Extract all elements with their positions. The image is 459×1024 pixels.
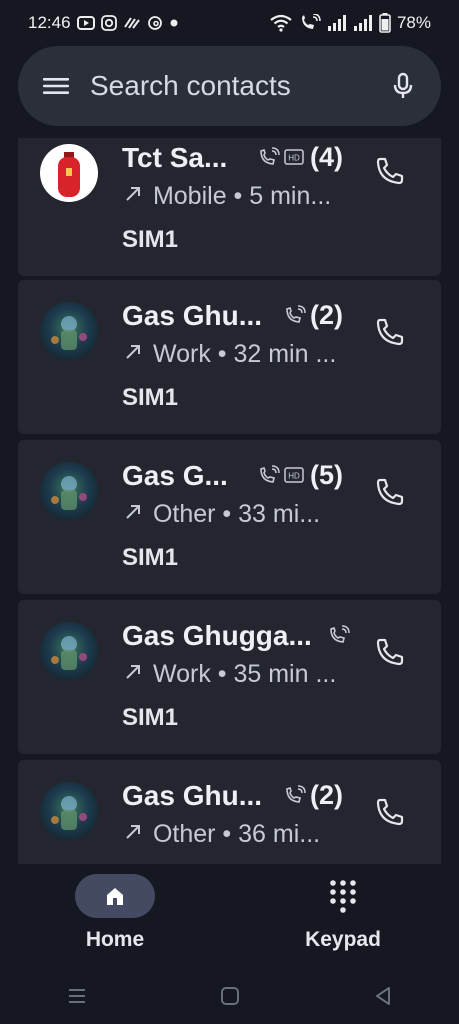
outgoing-call-arrow-icon xyxy=(122,500,146,531)
threads-notification-icon xyxy=(147,15,163,31)
call-button[interactable] xyxy=(374,796,406,828)
nav-home-pill[interactable] xyxy=(75,874,155,918)
contact-avatar xyxy=(40,462,98,520)
gas-cylinder-icon xyxy=(58,152,80,197)
sim-label: SIM1 xyxy=(122,384,179,411)
phone-icon xyxy=(376,157,404,185)
phone-icon xyxy=(376,638,404,666)
call-type-time: Work • 32 min ... xyxy=(152,340,337,369)
call-detail: Mobile • 5 min... xyxy=(122,182,331,213)
call-type-time: Other • 33 mi... xyxy=(152,500,321,529)
nav-keypad-icon-wrap xyxy=(293,874,393,918)
bottom-navigation: Home Keypad xyxy=(0,864,459,972)
call-list-item[interactable]: Gas Ghugga... Work • 35 min ... SIM1 xyxy=(18,600,441,754)
home-square-icon xyxy=(220,986,239,1005)
wifi-calling-icon xyxy=(258,147,280,174)
outgoing-call-arrow-icon xyxy=(122,340,146,371)
dialpad-icon xyxy=(330,880,356,913)
deity-image-icon xyxy=(51,636,87,670)
sim-label: SIM1 xyxy=(122,704,179,731)
call-type-time: Other • 36 mi... xyxy=(152,820,321,849)
youtube-notification-icon xyxy=(76,15,95,31)
nav-keypad[interactable]: Keypad xyxy=(293,874,393,952)
contact-name: Gas Ghu... xyxy=(122,300,263,331)
signal-sim2-icon xyxy=(353,15,373,31)
call-detail: Other • 33 mi... xyxy=(122,500,320,531)
contact-avatar xyxy=(40,144,98,202)
status-bar: 12:46 78% xyxy=(0,0,459,46)
sim-label: SIM1 xyxy=(122,226,179,253)
nav-home-label: Home xyxy=(85,928,145,951)
phone-icon xyxy=(376,798,404,826)
wifi-calling-icon xyxy=(299,14,321,32)
contact-name: Gas Ghu... xyxy=(122,780,263,811)
deity-image-icon xyxy=(51,796,87,830)
app-notification-icon xyxy=(123,15,141,31)
status-time: 12:46 xyxy=(28,13,71,32)
wifi-calling-icon xyxy=(258,465,280,492)
wifi-icon xyxy=(269,14,293,32)
search-input[interactable]: Search contacts xyxy=(90,70,389,102)
call-button[interactable] xyxy=(374,155,406,187)
call-list-item[interactable]: Gas G... HD (5) Other • 33 mi... SIM1 xyxy=(18,440,441,594)
call-button[interactable] xyxy=(374,476,406,508)
deity-image-icon xyxy=(51,316,87,350)
call-type-time: Work • 35 min ... xyxy=(152,660,337,689)
call-list-item[interactable]: Gas Ghu... (2) Work • 32 min ... SIM1 xyxy=(18,280,441,434)
call-detail: Work • 32 min ... xyxy=(122,340,336,371)
call-count: (2) xyxy=(310,780,343,810)
more-notifications-dot-icon xyxy=(169,18,179,28)
call-count: (5) xyxy=(310,460,343,490)
recent-apps-button[interactable] xyxy=(66,985,88,1012)
call-detail: Work • 35 min ... xyxy=(122,660,336,691)
signal-sim1-icon xyxy=(327,15,347,31)
svg-text:HD: HD xyxy=(288,472,300,481)
nav-keypad-label: Keypad xyxy=(305,928,381,951)
call-button[interactable] xyxy=(374,636,406,668)
outgoing-call-arrow-icon xyxy=(122,820,146,851)
call-list-item[interactable]: Tct Sa... HD (4) Mobile • 5 min... SIM1 xyxy=(18,138,441,276)
home-icon xyxy=(107,888,123,905)
call-type-time: Mobile • 5 min... xyxy=(152,182,332,211)
battery-icon xyxy=(379,13,391,33)
hd-call-icon: HD xyxy=(284,467,304,488)
contact-avatar xyxy=(40,782,98,840)
outgoing-call-arrow-icon xyxy=(122,182,146,213)
back-button[interactable] xyxy=(372,985,394,1012)
phone-icon xyxy=(376,478,404,506)
sim-label: SIM1 xyxy=(122,544,179,571)
contact-avatar xyxy=(40,622,98,680)
microphone-icon[interactable] xyxy=(389,72,417,100)
wifi-calling-icon xyxy=(284,305,306,332)
status-right: 78% xyxy=(269,13,431,33)
call-count: (2) xyxy=(310,300,343,330)
hamburger-menu-icon[interactable] xyxy=(42,72,70,100)
call-list-item[interactable]: Gas Ghu... (2) Other • 36 mi... xyxy=(18,760,441,864)
contact-name: Tct Sa... xyxy=(122,142,228,173)
instagram-notification-icon xyxy=(100,15,117,31)
contact-name: Gas Ghugga... xyxy=(122,620,312,651)
wifi-calling-icon xyxy=(328,625,350,652)
contact-avatar xyxy=(40,302,98,360)
call-button[interactable] xyxy=(374,316,406,348)
system-navigation-bar xyxy=(0,972,459,1024)
recent-apps-icon xyxy=(68,988,85,1003)
call-count: (4) xyxy=(310,142,343,172)
contact-name: Gas G... xyxy=(122,460,228,491)
deity-image-icon xyxy=(51,476,87,510)
nav-home[interactable]: Home xyxy=(74,874,156,952)
search-bar[interactable]: Search contacts xyxy=(18,46,441,126)
call-history-list[interactable]: Tct Sa... HD (4) Mobile • 5 min... SIM1 xyxy=(18,138,441,864)
home-system-button[interactable] xyxy=(219,985,241,1012)
hd-call-icon: HD xyxy=(284,149,304,170)
call-detail: Other • 36 mi... xyxy=(122,820,320,851)
outgoing-call-arrow-icon xyxy=(122,660,146,691)
back-triangle-icon xyxy=(375,986,390,1005)
status-left: 12:46 xyxy=(28,13,179,33)
svg-text:HD: HD xyxy=(288,154,300,163)
battery-percent: 78% xyxy=(396,13,431,32)
wifi-calling-icon xyxy=(284,785,306,812)
phone-icon xyxy=(376,318,404,346)
